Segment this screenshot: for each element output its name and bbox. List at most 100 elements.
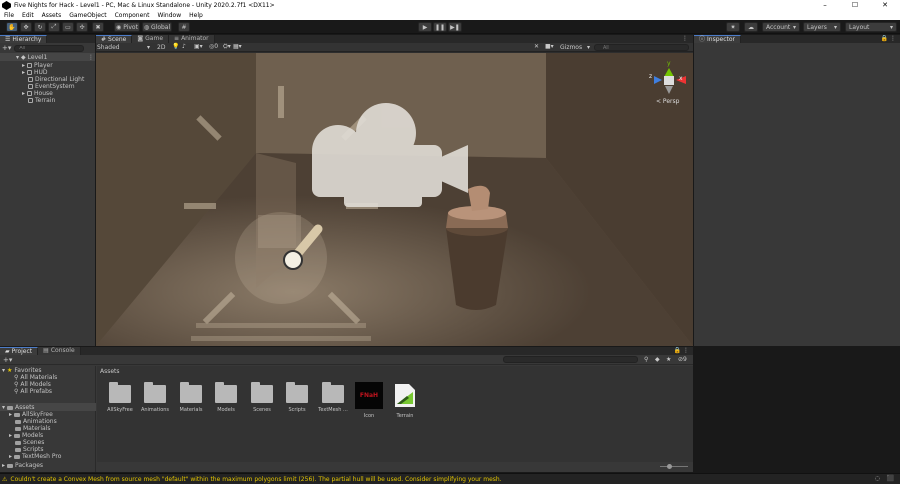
custom-tool-icon[interactable]: ✖ [92,22,104,32]
tree-item-house[interactable]: ▸ House [22,90,53,97]
collab-icon[interactable]: ✷ [726,22,740,32]
favorite-all-prefabs[interactable]: ⚲ All Prefabs [14,388,52,395]
tree-item-eventsystem[interactable]: EventSystem [28,83,75,90]
favorite-icon[interactable]: ★ [666,356,671,363]
favorite-all-materials[interactable]: ⚲ All Materials [14,374,57,381]
lock-icon[interactable]: 🔒 [881,35,888,42]
toggle-2d-button[interactable]: 2D [157,44,165,51]
rect-tool-icon[interactable]: ▭ [62,22,74,32]
menu-window[interactable]: Window [153,12,185,19]
menu-file[interactable]: File [0,12,18,19]
menu-gameobject[interactable]: GameObject [65,12,110,19]
tree-item-hud[interactable]: ▸ HUD [22,69,48,76]
maximize-button[interactable]: ☐ [840,0,870,11]
panel-menu-icon[interactable]: ⋮ [682,35,688,42]
asset-materials[interactable]: Materials [176,382,206,413]
status-bar[interactable]: ⚠ Couldn't create a Convex Mesh from sou… [0,473,900,484]
tree-allskyfree[interactable]: ▸ AllSkyFree [9,411,53,418]
rotate-tool-icon[interactable]: ↻ [34,22,46,32]
assets-folder[interactable]: ▾ Assets [2,404,35,411]
asset-icon[interactable]: FNaH Icon [354,382,384,419]
asset-allskyfree[interactable]: AllSkyFree [105,382,135,413]
close-button[interactable]: ✕ [870,0,900,11]
breadcrumb[interactable]: Assets [100,368,120,375]
hidden-packages-icon[interactable]: ⊘9 [678,356,687,363]
layers-dropdown[interactable]: Layers ▾ [803,22,841,32]
audio-icon[interactable]: ♪ [182,43,186,50]
hidden-objects-icon[interactable]: ◎0 [209,43,218,50]
account-dropdown[interactable]: Account ▾ [762,22,800,32]
minimize-button[interactable]: – [810,0,840,11]
tab-console[interactable]: ▤ Console [38,347,81,355]
favorite-all-models[interactable]: ⚲ All Models [14,381,51,388]
search-by-type-icon[interactable]: ⚲ [644,356,648,363]
panel-menu-icon[interactable]: ⋮ [890,35,896,42]
search-by-label-icon[interactable]: ◆ [655,356,660,363]
layout-dropdown[interactable]: Layout ▾ [845,22,897,32]
tree-textmesh-pro[interactable]: ▸ TextMesh Pro [9,453,61,460]
scene-menu-icon[interactable]: ⋮ [88,54,94,61]
scene-root[interactable]: ▾ ◆ Level1 [16,54,47,61]
tools-icon[interactable]: ✕ [534,43,539,50]
scene-viewport[interactable]: y x z < Persp [96,53,693,346]
gizmos-dropdown[interactable]: Gizmos ▾ [560,43,590,52]
lock-icon[interactable]: 🔒 [674,347,681,354]
add-icon[interactable]: +▾ [2,44,11,52]
grid-snap-icon[interactable]: # [178,22,190,32]
perspective-label[interactable]: < Persp [656,98,680,105]
asset-scenes[interactable]: Scenes [247,382,277,413]
menu-assets[interactable]: Assets [38,12,66,19]
icon-size-slider-track[interactable] [660,466,688,467]
tree-animations[interactable]: Animations [15,418,57,425]
grid-icon[interactable]: ▦▾ [233,43,242,50]
transform-tool-icon[interactable]: ✣ [76,22,88,32]
play-button[interactable]: ▶ [418,22,432,32]
scale-tool-icon[interactable]: ⤢ [48,22,60,32]
asset-models[interactable]: Models [211,382,241,413]
tab-game[interactable]: ◙ Game [132,35,170,43]
tree-item-player[interactable]: ▸ Player [22,62,53,69]
shading-dropdown[interactable]: Shaded ▾ [96,43,152,52]
asset-textmesh-pro[interactable]: TextMesh ... [318,382,348,413]
hand-tool-icon[interactable]: ✋ [6,22,18,32]
lighting-icon[interactable]: 💡 [172,43,179,50]
icon-size-slider-thumb[interactable] [667,464,673,469]
menu-component[interactable]: Component [111,12,154,19]
create-asset-icon[interactable]: +▾ [3,356,12,364]
tree-materials[interactable]: Materials [15,425,51,432]
progress-icon[interactable]: ⬛ [887,475,894,482]
tab-project[interactable]: ▰ Project [0,347,39,355]
tab-scene[interactable]: # Scene [96,35,133,43]
asset-terrain[interactable]: Terrain [390,382,420,419]
tab-animator[interactable]: ≡ Animator [169,35,215,43]
hierarchy-search-input[interactable] [14,44,85,52]
pivot-toggle[interactable]: ◉ Pivot [114,22,140,32]
tree-item-terrain[interactable]: Terrain [28,97,55,104]
packages-folder[interactable]: ▸ Packages [2,462,43,469]
asset-scripts[interactable]: Scripts [282,382,312,413]
tab-label: Inspector [707,35,736,43]
tree-item-directional-light[interactable]: Directional Light [28,76,84,83]
global-toggle[interactable]: ◍ Global [142,22,172,32]
favorites-folder[interactable]: ▾ ★ Favorites [2,367,42,374]
tab-inspector[interactable]: ⓘ Inspector [694,35,742,43]
tree-models[interactable]: ▸ Models [9,432,43,439]
menu-edit[interactable]: Edit [18,12,38,19]
step-button[interactable]: ▶❚ [448,22,462,32]
scene-row[interactable] [0,53,95,61]
tab-hierarchy[interactable]: ☰ Hierarchy [0,35,48,43]
menu-help[interactable]: Help [185,12,207,19]
asset-animations[interactable]: Animations [140,382,170,413]
effects-icon[interactable]: ▣▾ [194,43,203,50]
auto-generate-lighting-icon[interactable]: ◌ [875,475,880,482]
cloud-icon[interactable]: ☁ [744,22,758,32]
scene-search-input[interactable] [594,44,689,51]
pause-button[interactable]: ❚❚ [433,22,447,32]
camera-settings-icon[interactable]: ⛭▾ [223,43,231,51]
camera-icon[interactable]: ■▾ [545,43,554,50]
move-tool-icon[interactable]: ✥ [20,22,32,32]
project-search-input[interactable] [503,356,638,363]
tree-scenes[interactable]: Scenes [15,439,44,446]
panel-menu-icon[interactable]: ⋮ [683,347,689,354]
tree-scripts[interactable]: Scripts [15,446,44,453]
